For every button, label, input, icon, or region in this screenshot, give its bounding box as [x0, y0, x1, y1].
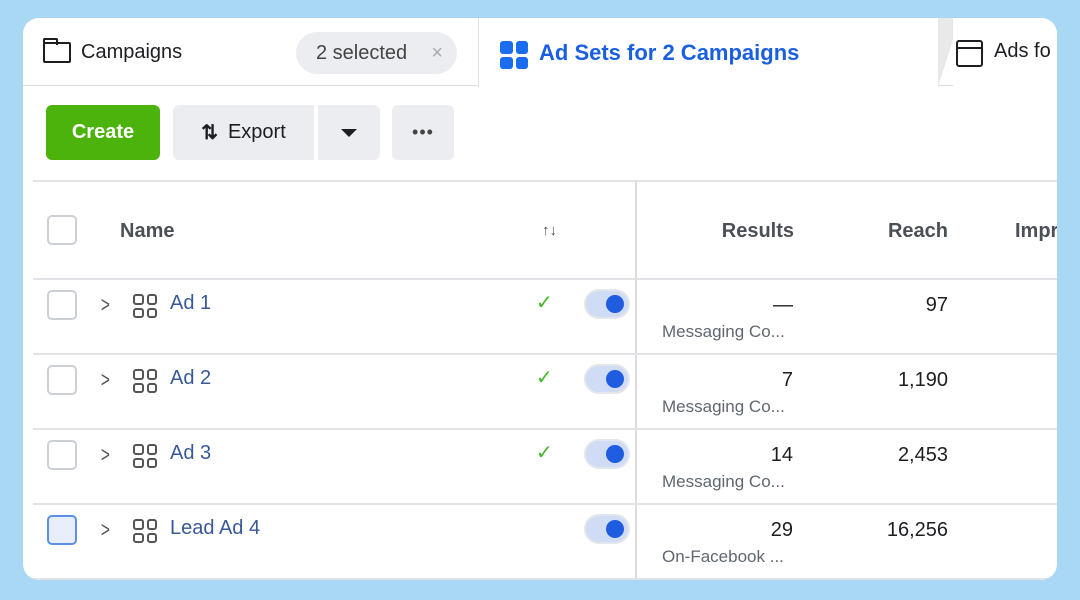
ad-set-name-link[interactable]: Lead Ad 4: [170, 517, 260, 540]
reach-value: 97: [925, 294, 948, 316]
result-type: Messaging Co...: [662, 397, 785, 416]
column-header-results[interactable]: Results: [722, 220, 794, 243]
result-type: Messaging Co...: [662, 472, 785, 491]
ad-set-name-link[interactable]: Ad 2: [170, 367, 211, 390]
create-button[interactable]: Create: [46, 105, 160, 160]
chevron-right-icon[interactable]: >: [101, 292, 110, 318]
export-dropdown-button[interactable]: [318, 105, 380, 160]
row-checkbox[interactable]: [47, 515, 77, 545]
table-row: > Ad 2 ✓ 7 Messaging Co... 1,190: [23, 355, 1057, 430]
table-row: > Ad 1 ✓ — Messaging Co... 97: [23, 280, 1057, 355]
ad-set-name-link[interactable]: Ad 3: [170, 442, 211, 465]
row-divider: [33, 578, 1057, 580]
column-header-name[interactable]: Name: [120, 220, 174, 243]
results-value: 29: [770, 519, 793, 541]
on-off-toggle[interactable]: [584, 289, 630, 319]
tab-campaigns[interactable]: Campaigns 2 selected ×: [23, 18, 473, 86]
tab-bar: Campaigns 2 selected × Ad Sets for 2 Camp…: [23, 18, 1057, 87]
reach-value: 1,190: [897, 369, 948, 391]
folder-icon: [43, 38, 71, 63]
export-button[interactable]: ⇅ Export: [173, 105, 314, 160]
sort-icon[interactable]: ↑↓: [542, 222, 557, 239]
on-off-toggle[interactable]: [584, 364, 630, 394]
tab-ad-sets[interactable]: Ad Sets for 2 Campaigns: [478, 18, 960, 87]
tab-ads[interactable]: Ads fo: [953, 18, 1057, 86]
delivery-check-icon: ✓: [536, 292, 553, 314]
results-value: —: [773, 294, 793, 316]
on-off-toggle[interactable]: [584, 514, 630, 544]
select-all-checkbox[interactable]: [47, 215, 77, 245]
chevron-right-icon[interactable]: >: [101, 517, 110, 543]
selection-pill[interactable]: 2 selected ×: [296, 32, 457, 74]
ad-set-icon: [133, 444, 157, 468]
column-header-reach[interactable]: Reach: [888, 220, 948, 243]
row-checkbox[interactable]: [47, 440, 77, 470]
reach-value: 16,256: [886, 519, 948, 541]
table-row: > Lead Ad 4 29 On-Facebook ... 16,256: [23, 505, 1057, 580]
divider: [33, 180, 1057, 182]
table-row: > Ad 3 ✓ 14 Messaging Co... 2,453: [23, 430, 1057, 505]
result-type: Messaging Co...: [662, 322, 785, 341]
tab-ad-sets-label: Ad Sets for 2 Campaigns: [539, 40, 800, 65]
selected-count: 2 selected: [316, 41, 408, 64]
export-icon: ⇅: [201, 122, 218, 144]
clear-selection-icon[interactable]: ×: [431, 42, 443, 65]
ad-set-icon: [133, 369, 157, 393]
results-value: 7: [781, 369, 793, 391]
export-label: Export: [227, 121, 286, 143]
results-value: 14: [770, 444, 793, 466]
result-type: On-Facebook ...: [662, 547, 784, 566]
tab-campaigns-label: Campaigns: [81, 40, 183, 63]
ad-window-icon: [956, 40, 983, 67]
row-checkbox[interactable]: [47, 365, 77, 395]
chevron-right-icon[interactable]: >: [101, 367, 110, 393]
ad-set-icon: [133, 294, 157, 318]
ads-manager-panel: Campaigns 2 selected × Ad Sets for 2 Camp…: [23, 18, 1057, 580]
row-checkbox[interactable]: [47, 290, 77, 320]
reach-value: 2,453: [897, 444, 948, 466]
on-off-toggle[interactable]: [584, 439, 630, 469]
delivery-check-icon: ✓: [536, 367, 553, 389]
tab-ads-label: Ads fo: [994, 40, 1051, 62]
ad-sets-icon: [500, 41, 528, 69]
chevron-right-icon[interactable]: >: [101, 442, 110, 468]
caret-down-icon: [341, 128, 357, 137]
column-header-impressions[interactable]: Impr: [1015, 220, 1057, 243]
delivery-check-icon: ✓: [536, 442, 553, 464]
ad-set-name-link[interactable]: Ad 1: [170, 292, 211, 315]
more-options-button[interactable]: •••: [392, 105, 454, 160]
ad-set-icon: [133, 519, 157, 543]
